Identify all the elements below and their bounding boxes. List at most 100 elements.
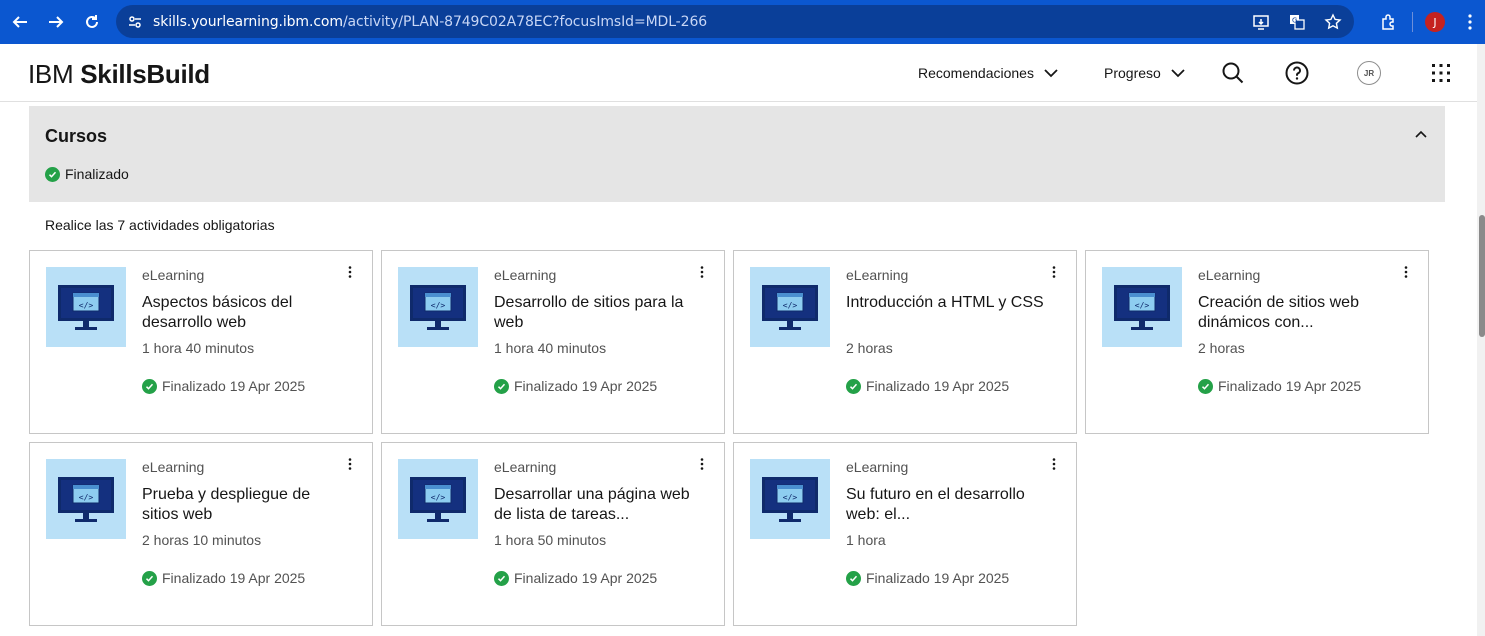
course-duration: 2 horas (846, 340, 893, 356)
course-status-label: Finalizado 19 Apr 2025 (514, 570, 658, 586)
course-thumbnail: </> (46, 267, 126, 347)
course-card[interactable]: </> eLearning Desarrollo de sitios para … (381, 250, 725, 434)
nav-recomendaciones-label: Recomendaciones (918, 65, 1034, 81)
help-icon[interactable] (1282, 58, 1312, 88)
ibm-skillsbuild-logo[interactable]: IBM SkillsBuild (28, 59, 210, 90)
monitor-code-icon: </> (762, 285, 818, 330)
nav-recomendaciones[interactable]: Recomendaciones (918, 44, 1058, 102)
site-header: IBM SkillsBuild Recomendaciones Progreso… (0, 44, 1477, 102)
course-status: Finalizado 19 Apr 2025 (142, 378, 305, 394)
search-icon[interactable] (1218, 58, 1248, 88)
overflow-menu-icon[interactable] (1046, 263, 1062, 281)
course-thumbnail: </> (1102, 267, 1182, 347)
check-circle-icon (494, 570, 509, 586)
course-duration: 1 hora 40 minutos (494, 340, 607, 356)
monitor-code-icon: </> (58, 477, 114, 522)
check-circle-icon (846, 378, 861, 394)
svg-text:</>: </> (783, 301, 798, 310)
course-duration: 2 horas (1198, 340, 1245, 356)
course-thumbnail: </> (46, 459, 126, 539)
check-circle-icon (45, 166, 60, 182)
toolbar-divider (1412, 12, 1413, 32)
overflow-menu-icon[interactable] (1398, 263, 1414, 281)
svg-text:</>: </> (431, 301, 446, 310)
course-card[interactable]: </> eLearning Creación de sitios web din… (1085, 250, 1429, 434)
nav-progreso-label: Progreso (1104, 65, 1161, 81)
svg-text:</>: </> (79, 493, 94, 502)
check-circle-icon (494, 378, 509, 394)
user-avatar[interactable]: JR (1354, 58, 1384, 88)
course-card[interactable]: </> eLearning Su futuro en el desarrollo… (733, 442, 1077, 626)
chevron-up-icon[interactable] (1413, 126, 1429, 142)
course-status: Finalizado 19 Apr 2025 (142, 570, 305, 586)
app-switcher-icon[interactable] (1426, 58, 1456, 88)
course-type: eLearning (494, 459, 557, 475)
extensions-icon[interactable] (1370, 4, 1406, 40)
check-circle-icon (142, 378, 157, 394)
forward-icon[interactable] (38, 4, 74, 40)
course-type: eLearning (846, 459, 909, 475)
overflow-menu-icon[interactable] (694, 455, 710, 473)
monitor-code-icon: </> (762, 477, 818, 522)
course-card[interactable]: </> eLearning Introducción a HTML y CSS … (733, 250, 1077, 434)
url-text[interactable]: skills.yourlearning.ibm.com/activity/PLA… (153, 14, 707, 30)
profile-avatar[interactable]: J (1425, 12, 1445, 32)
monitor-code-icon: </> (1114, 285, 1170, 330)
back-icon[interactable] (2, 4, 38, 40)
bookmark-star-icon[interactable] (1322, 11, 1344, 33)
course-title[interactable]: Prueba y despliegue de sitios web (142, 485, 342, 525)
nav-progreso[interactable]: Progreso (1104, 44, 1185, 102)
reload-icon[interactable] (74, 4, 110, 40)
translate-icon[interactable]: G (1286, 11, 1308, 33)
course-card[interactable]: </> eLearning Aspectos básicos del desar… (29, 250, 373, 434)
svg-text:</>: </> (431, 493, 446, 502)
course-type: eLearning (1198, 267, 1261, 283)
course-thumbnail: </> (750, 459, 830, 539)
course-title[interactable]: Su futuro en el desarrollo web: el... (846, 485, 1046, 525)
course-title[interactable]: Desarrollo de sitios para la web (494, 293, 694, 333)
course-type: eLearning (142, 459, 205, 475)
course-status: Finalizado 19 Apr 2025 (846, 570, 1009, 586)
site-info-icon[interactable] (125, 12, 145, 32)
course-type: eLearning (142, 267, 205, 283)
course-duration: 1 hora (846, 532, 886, 548)
course-status: Finalizado 19 Apr 2025 (1198, 378, 1361, 394)
user-avatar-initials: JR (1357, 61, 1381, 85)
overflow-menu-icon[interactable] (342, 455, 358, 473)
course-status-label: Finalizado 19 Apr 2025 (514, 378, 658, 394)
course-duration: 1 hora 40 minutos (142, 340, 255, 356)
browser-menu-icon[interactable] (1459, 14, 1481, 30)
course-thumbnail: </> (750, 267, 830, 347)
chevron-down-icon (1044, 68, 1058, 78)
install-app-icon[interactable] (1250, 11, 1272, 33)
monitor-code-icon: </> (410, 477, 466, 522)
course-card[interactable]: </> eLearning Desarrollar una página web… (381, 442, 725, 626)
svg-text:</>: </> (79, 301, 94, 310)
course-title[interactable]: Creación de sitios web dinámicos con... (1198, 293, 1398, 333)
overflow-menu-icon[interactable] (342, 263, 358, 281)
course-title[interactable]: Aspectos básicos del desarrollo web (142, 293, 342, 333)
overflow-menu-icon[interactable] (1046, 455, 1062, 473)
check-circle-icon (846, 570, 861, 586)
svg-text:G: G (1292, 16, 1297, 24)
course-status-label: Finalizado 19 Apr 2025 (866, 378, 1010, 394)
cursos-accordion: Cursos Finalizado (29, 106, 1445, 202)
course-title[interactable]: Desarrollar una página web de lista de t… (494, 485, 694, 525)
scrollbar-thumb[interactable] (1479, 215, 1485, 337)
course-type: eLearning (846, 267, 909, 283)
chevron-down-icon (1171, 68, 1185, 78)
course-duration: 2 horas 10 minutos (142, 532, 262, 548)
overflow-menu-icon[interactable] (694, 263, 710, 281)
check-circle-icon (142, 570, 157, 586)
course-duration: 1 hora 50 minutos (494, 532, 607, 548)
monitor-code-icon: </> (410, 285, 466, 330)
page-scrollbar[interactable] (1477, 44, 1485, 636)
monitor-code-icon: </> (58, 285, 114, 330)
course-status: Finalizado 19 Apr 2025 (494, 570, 657, 586)
svg-text:</>: </> (1135, 301, 1150, 310)
course-title[interactable]: Introducción a HTML y CSS (846, 293, 1046, 313)
course-thumbnail: </> (398, 459, 478, 539)
course-card[interactable]: </> eLearning Prueba y despliegue de sit… (29, 442, 373, 626)
svg-text:</>: </> (783, 493, 798, 502)
address-bar[interactable]: skills.yourlearning.ibm.com/activity/PLA… (116, 5, 1354, 38)
